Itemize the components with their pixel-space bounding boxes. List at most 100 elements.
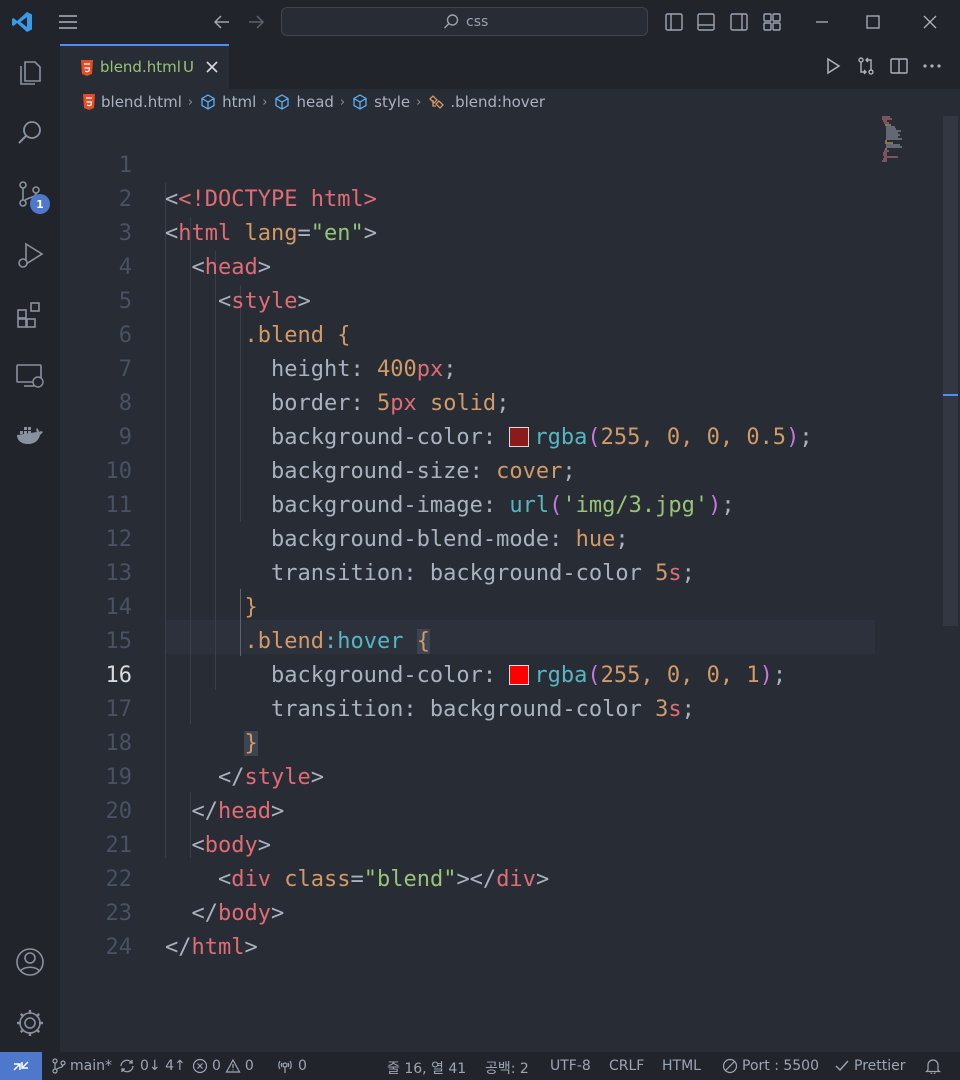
symbol-element-icon [201,94,215,110]
end-of-line[interactable]: CRLF [609,1058,644,1074]
chevron-right-icon: › [187,94,194,110]
git-branch-icon [52,1058,66,1074]
more-actions-icon[interactable] [922,56,942,76]
code-line: 5 .blend { [60,251,940,348]
code-editor[interactable]: 1 <<!DOCTYPE html> 2 <html lang="en"> 3 … [60,115,960,1052]
status-bar: main* 0↓ 4↑ 0 0 0 줄 16, 열 41 공백: 2 UTF-8… [0,1052,960,1080]
code-line: 8 background-color: rgba(255, 0, 0, 0.5)… [60,353,940,450]
split-editor-icon[interactable] [889,56,909,76]
maximize-icon[interactable] [862,11,884,33]
code-line: 19 </head> [60,727,940,824]
code-line: 18 </style> [60,693,940,790]
search-view-icon[interactable] [14,117,46,149]
forward-arrow-icon[interactable] [244,11,268,33]
code-line-active: 16 transition: background-color 3s; [60,625,940,722]
encoding[interactable]: UTF-8 [550,1058,591,1074]
breadcrumb-file[interactable]: blend.html [82,93,182,111]
breadcrumb-label: .blend:hover [450,93,546,111]
prettier-status[interactable]: Prettier [834,1058,906,1074]
symbol-element-icon [275,94,290,110]
prettier-label: Prettier [854,1058,906,1074]
customize-layout-icon[interactable] [761,11,783,33]
code-line: 14 .blend:hover { [60,557,940,654]
vscode-logo-icon [12,12,32,32]
code-line: 3 <head> [60,183,940,280]
symbol-element-icon [353,94,367,110]
ports-indicator[interactable]: 0 [276,1058,307,1074]
docker-icon[interactable] [14,419,46,451]
check-icon [835,1060,849,1072]
error-count: 0 [212,1058,221,1074]
command-center-search[interactable]: css [281,7,648,36]
code-line: 4 <style> [60,217,940,314]
settings-gear-icon[interactable] [14,1007,46,1039]
title-bar: css [0,0,960,44]
code-line: 9 background-size: cover; [60,387,940,484]
search-icon [444,14,459,29]
code-line: 13 } [60,523,940,620]
notifications[interactable] [924,1058,942,1074]
code-line: 12 transition: background-color 5s; [60,489,940,586]
breadcrumb-label: style [374,93,411,111]
scrollbar-cursor-marker [943,394,958,396]
code-line: 10 background-image: url('img/3.jpg'); [60,421,940,518]
git-branch[interactable]: main* [52,1058,112,1074]
sync-icon [120,1059,134,1073]
chevron-right-icon: › [416,94,422,110]
error-icon [192,1058,208,1074]
breadcrumb-head[interactable]: head [273,93,334,111]
back-arrow-icon[interactable] [210,11,234,33]
vertical-scrollbar[interactable] [943,116,958,626]
tab-label: blend.html [100,58,181,76]
sync-status: 0↓ 4↑ [140,1058,186,1074]
code-line: 15 background-color: rgba(255, 0, 0, 1); [60,591,940,688]
code-line: 24 [60,897,940,960]
language-mode[interactable]: HTML [662,1058,701,1074]
breadcrumb-label: head [296,93,334,111]
toggle-secondary-sidebar-icon[interactable] [728,11,750,33]
problems-indicator[interactable]: 0 0 [192,1058,254,1074]
code-line: 6 height: 400px; [60,285,940,382]
toggle-primary-sidebar-icon[interactable] [663,11,685,33]
code-line: 11 background-blend-mode: hue; [60,455,940,552]
remote-explorer-icon[interactable] [14,359,46,391]
run-debug-icon[interactable] [14,239,46,271]
breadcrumb-html[interactable]: html [199,93,256,111]
symbol-class-icon [429,95,445,109]
breadcrumb-label: html [222,93,257,111]
explorer-icon[interactable] [14,57,46,89]
live-server[interactable]: Port : 5500 [722,1058,819,1074]
menu-icon[interactable] [56,11,80,33]
run-icon[interactable] [823,56,843,76]
toggle-panel-icon[interactable] [695,11,717,33]
code-text: </html> [165,935,258,960]
chevron-right-icon: › [339,94,346,110]
accounts-icon[interactable] [14,946,46,978]
branch-name: main* [70,1058,112,1074]
breadcrumb-style[interactable]: style [351,93,410,111]
search-text: css [466,14,489,30]
live-server-port: Port : 5500 [742,1058,819,1074]
circle-slash-icon [722,1058,738,1074]
compare-changes-icon[interactable] [856,56,876,76]
close-tab-icon[interactable] [204,59,220,75]
code-line: 1 <<!DOCTYPE html> [60,115,940,212]
minimap[interactable] [882,116,902,166]
source-control-badge: 1 [30,194,50,214]
git-sync[interactable]: 0↓ 4↑ [118,1058,186,1074]
html5-file-icon [83,94,95,110]
close-window-icon[interactable] [919,11,941,33]
extensions-icon[interactable] [14,299,46,331]
editor-tab-bar: blend.html U [60,44,960,89]
cursor-position[interactable]: 줄 16, 열 41 [387,1058,466,1078]
tab-blend-html[interactable]: blend.html U [60,44,229,89]
broadcast-icon [278,1060,292,1073]
remote-indicator[interactable] [0,1052,42,1080]
indentation[interactable]: 공백: 2 [485,1058,529,1078]
html5-file-icon [81,60,93,76]
breadcrumb-selector[interactable]: .blend:hover [427,93,545,111]
code-line: 22 </body> [60,829,940,926]
chevron-right-icon: › [262,94,268,110]
code-line: 21 <div class="blend"></div> [60,795,940,892]
minimize-icon[interactable] [811,11,833,33]
